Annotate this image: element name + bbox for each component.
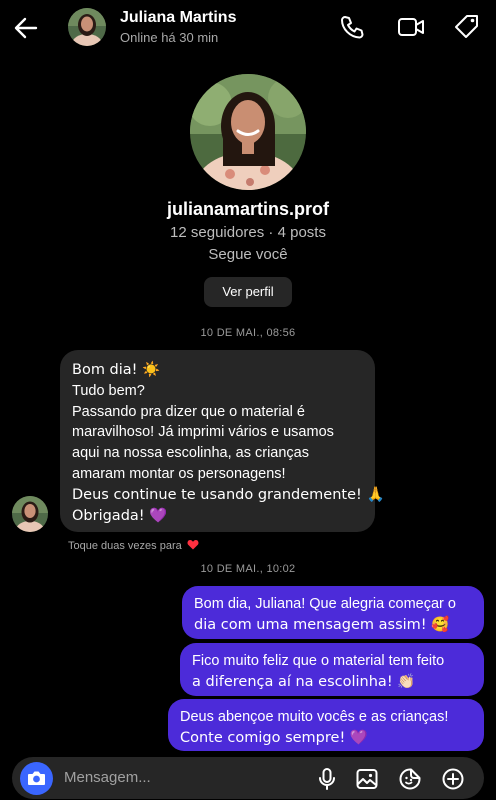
message-line: Bom dia, Juliana! Que alegria começar o	[194, 596, 456, 612]
follows-you-label: Segue você	[208, 246, 288, 263]
camera-icon	[28, 771, 45, 785]
online-status: Online há 30 min	[120, 30, 219, 45]
message-line: Tudo bem?	[72, 382, 145, 399]
view-profile-button[interactable]: Ver perfil	[204, 277, 292, 307]
sender-avatar[interactable]	[12, 496, 48, 532]
received-message-bubble[interactable]: Bom dia! ☀️ Tudo bem? Passando pra dizer…	[60, 350, 385, 532]
message-line: dia com uma mensagem assim! 🥰	[194, 617, 450, 633]
double-tap-hint: Toque duas vezes para	[68, 539, 199, 552]
profile-stats: 12 seguidores · 4 posts	[170, 224, 326, 241]
message-line: Fico muito feliz que o material tem feit…	[192, 653, 445, 669]
tag-icon[interactable]	[453, 13, 481, 41]
sent-message-bubble[interactable]: Fico muito feliz que o material tem feit…	[180, 643, 484, 696]
chat-header: Juliana Martins Online há 30 min	[0, 0, 496, 56]
profile-picture[interactable]	[190, 74, 306, 190]
message-line: Conte comigo sempre! 💜	[180, 730, 368, 746]
message-timestamp: 10 DE MAI., 08:56	[200, 327, 296, 339]
message-line: aqui na nossa escolinha, as crianças	[72, 445, 309, 462]
phone-icon[interactable]	[338, 13, 366, 41]
message-line: amaram montar os personagens!	[72, 465, 286, 482]
contact-name[interactable]: Juliana Martins	[120, 9, 236, 27]
sent-message-bubble[interactable]: Bom dia, Juliana! Que alegria começar o …	[182, 586, 484, 639]
message-line: a diferença aí na escolinha! 👏🏻	[192, 674, 416, 690]
sticker-icon[interactable]	[398, 767, 422, 791]
image-icon[interactable]	[355, 767, 379, 791]
plus-circle-icon[interactable]	[441, 767, 465, 791]
arrow-left-icon[interactable]	[12, 14, 40, 42]
message-line: Deus abençoe muito vocês e as crianças!	[180, 709, 449, 725]
sent-message-bubble[interactable]: Deus abençoe muito vocês e as crianças! …	[168, 699, 484, 751]
header-avatar[interactable]	[68, 8, 106, 46]
double-tap-hint-text: Toque duas vezes para	[68, 540, 182, 552]
message-line: Obrigada! 💜	[72, 507, 168, 524]
message-timestamp: 10 DE MAI., 10:02	[200, 563, 296, 575]
microphone-icon[interactable]	[315, 767, 339, 791]
message-line: Bom dia! ☀️	[72, 362, 161, 378]
profile-username: julianamartins.prof	[166, 199, 330, 219]
video-icon[interactable]	[397, 13, 425, 41]
message-composer: Mensagem...	[12, 757, 484, 799]
message-input[interactable]: Mensagem...	[64, 769, 151, 786]
camera-button[interactable]	[20, 762, 53, 795]
message-line: Deus continue te usando grandemente! 🙏	[72, 486, 385, 503]
heart-icon	[187, 540, 199, 550]
message-line: maravilhoso! Já imprimi vários e usamos	[72, 424, 334, 441]
message-line: Passando pra dizer que o material é	[72, 403, 305, 420]
